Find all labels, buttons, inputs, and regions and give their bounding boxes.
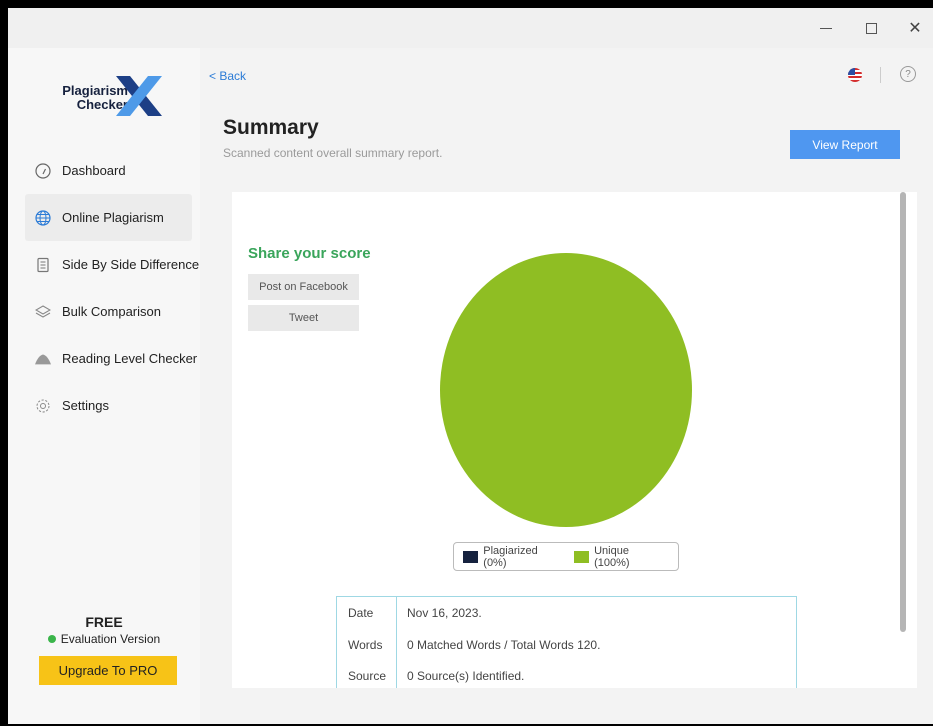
minimize-button[interactable] — [804, 8, 848, 48]
sidebar: Plagiarism Checker Dashboard Online Plag… — [8, 48, 200, 724]
upgrade-button[interactable]: Upgrade To PRO — [39, 656, 177, 685]
gear-icon — [35, 398, 51, 414]
sidebar-item-label: Dashboard — [62, 163, 126, 178]
mountain-icon — [35, 351, 51, 367]
scrollbar[interactable] — [900, 192, 906, 632]
sidebar-item-label: Side By Side Difference — [62, 257, 200, 272]
table-value: Nov 16, 2023. — [407, 605, 482, 620]
sidebar-item-settings[interactable]: Settings — [25, 382, 192, 429]
document-icon — [35, 257, 51, 273]
maximize-button[interactable] — [849, 8, 893, 48]
sidebar-item-online-plagiarism[interactable]: Online Plagiarism — [25, 194, 192, 241]
main-content: < Back ? Summary Scanned content overall… — [200, 48, 933, 724]
summary-table: Date Nov 16, 2023. Words 0 Matched Words… — [336, 596, 797, 688]
gauge-icon — [35, 162, 51, 179]
sidebar-item-label: Settings — [62, 398, 109, 413]
maximize-icon — [865, 22, 877, 34]
sidebar-item-reading-level[interactable]: Reading Level Checker — [25, 335, 197, 382]
pie-slice-1 — [440, 253, 692, 527]
view-report-button[interactable]: View Report — [790, 130, 900, 159]
status-dot-icon — [47, 635, 56, 643]
sidebar-nav: Dashboard Online Plagiarism Side By Side… — [25, 147, 199, 429]
help-icon[interactable]: ? — [900, 66, 916, 82]
plan-info: FREE Evaluation Version — [8, 614, 200, 646]
app-window: ✕ Plagiarism Checker Dashboard Online Pl… — [8, 8, 933, 724]
sidebar-item-label: Online Plagiarism — [62, 210, 164, 225]
legend-entry-plagiarized: Plagiarized (0%) — [463, 545, 556, 569]
legend-label-plagiarized: Plagiarized (0%) — [483, 544, 538, 569]
plan-title: FREE — [85, 614, 123, 630]
close-button[interactable]: ✕ — [893, 8, 933, 48]
legend-entry-unique: Unique (100%) — [573, 544, 660, 569]
divider — [880, 67, 881, 83]
plan-status: Evaluation Version — [8, 632, 200, 646]
sidebar-item-bulk-comparison[interactable]: Bulk Comparison — [25, 288, 192, 335]
table-row: Words 0 Matched Words / Total Words 120. — [336, 628, 797, 661]
share-title: Share your score — [248, 245, 371, 262]
app-logo: Plagiarism Checker — [54, 74, 164, 132]
page-title: Summary — [223, 116, 319, 139]
table-value: 0 Source(s) Identified. — [407, 669, 525, 684]
back-link[interactable]: < Back — [209, 69, 246, 83]
legend-swatch-plagiarized — [463, 550, 479, 563]
layers-icon — [35, 304, 51, 320]
score-pie-chart — [440, 253, 692, 527]
post-facebook-button[interactable]: Post on Facebook — [248, 274, 359, 300]
legend-label-unique: Unique (100%) — [594, 544, 630, 569]
logo-x-mark — [116, 76, 162, 116]
plan-status-label: Evaluation Version — [60, 632, 161, 646]
minimize-icon — [820, 27, 832, 29]
chart-legend: Plagiarized (0%) Unique (100%) — [453, 542, 679, 571]
table-value: 0 Matched Words / Total Words 120. — [407, 637, 601, 652]
sidebar-item-label: Reading Level Checker — [62, 351, 198, 366]
us-flag-icon[interactable] — [848, 68, 862, 82]
table-key: Words — [336, 628, 397, 661]
table-key: Source — [336, 660, 397, 688]
globe-icon — [35, 209, 51, 226]
summary-card: Share your score Post on Facebook Tweet … — [232, 192, 917, 688]
table-row: Date Nov 16, 2023. — [336, 596, 797, 629]
tweet-button[interactable]: Tweet — [248, 305, 359, 331]
sidebar-item-side-by-side[interactable]: Side By Side Difference — [25, 241, 199, 288]
table-key: Date — [336, 596, 397, 629]
page-subtitle: Scanned content overall summary report. — [223, 146, 443, 160]
title-bar: ✕ — [8, 8, 933, 48]
sidebar-item-label: Bulk Comparison — [62, 304, 161, 319]
sidebar-item-dashboard[interactable]: Dashboard — [25, 147, 192, 194]
table-row: Source 0 Source(s) Identified. — [336, 660, 797, 688]
legend-swatch-unique — [573, 550, 590, 563]
